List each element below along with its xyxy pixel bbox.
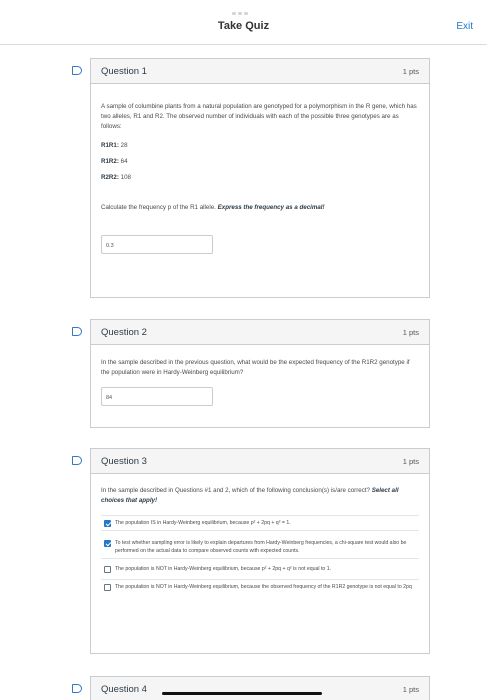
question-3-points: 1 pts bbox=[402, 457, 419, 466]
question-3-title: Question 3 bbox=[101, 456, 147, 467]
question-1-prompt: Calculate the frequency p of the R1 alle… bbox=[101, 204, 325, 211]
flag-question-3-icon[interactable] bbox=[72, 456, 82, 465]
question-1-intro: A sample of columbine plants from a natu… bbox=[101, 103, 417, 130]
question-3-card: Question 3 1 pts In the sample described… bbox=[90, 448, 430, 654]
question-1-card: Question 1 1 pts A sample of columbine p… bbox=[90, 58, 430, 298]
genotype-r1r2: R1R2: 64 bbox=[101, 158, 128, 165]
flag-question-2-icon[interactable] bbox=[72, 327, 82, 336]
option-2-checkbox[interactable] bbox=[104, 540, 111, 547]
option-1-checkbox[interactable] bbox=[104, 520, 111, 527]
option-4[interactable]: The population is NOT in Hardy-Weinberg … bbox=[101, 579, 419, 594]
question-1-points: 1 pts bbox=[402, 67, 419, 76]
flag-question-4-icon[interactable] bbox=[72, 684, 82, 693]
question-4-card: Question 4 1 pts bbox=[90, 676, 430, 700]
exit-button[interactable]: Exit bbox=[456, 21, 473, 32]
question-3-text: In the sample described in Questions #1 … bbox=[101, 487, 399, 504]
flag-question-1-icon[interactable] bbox=[72, 66, 82, 75]
genotype-r1r1: R1R1: 28 bbox=[101, 142, 128, 149]
genotype-r2r2: R2R2: 108 bbox=[101, 174, 131, 181]
question-2-header: Question 2 1 pts bbox=[91, 320, 429, 345]
question-1-header: Question 1 1 pts bbox=[91, 59, 429, 84]
option-2[interactable]: To test whether sampling error is likely… bbox=[101, 530, 419, 558]
question-4-points: 1 pts bbox=[402, 685, 419, 694]
question-1-answer-input[interactable]: 0.3 bbox=[101, 235, 213, 254]
question-2-title: Question 2 bbox=[101, 327, 147, 338]
option-3[interactable]: The population is NOT in Hardy-Weinberg … bbox=[101, 558, 419, 579]
question-2-text: In the sample described in the previous … bbox=[101, 359, 410, 376]
page-title: Take Quiz bbox=[217, 20, 270, 32]
question-3-header: Question 3 1 pts bbox=[91, 449, 429, 474]
question-2-card: Question 2 1 pts In the sample described… bbox=[90, 319, 430, 428]
option-3-checkbox[interactable] bbox=[104, 566, 111, 573]
option-4-checkbox[interactable] bbox=[104, 584, 111, 591]
option-4-label: The population is NOT in Hardy-Weinberg … bbox=[115, 584, 412, 590]
question-4-title: Question 4 bbox=[101, 684, 147, 695]
top-bar: Take Quiz Exit bbox=[0, 0, 487, 45]
option-1-label: The population IS in Hardy-Weinberg equi… bbox=[115, 520, 291, 526]
question-4-header: Question 4 1 pts bbox=[91, 677, 429, 700]
option-1[interactable]: The population IS in Hardy-Weinberg equi… bbox=[101, 515, 419, 530]
question-1-title: Question 1 bbox=[101, 66, 147, 77]
option-3-label: The population is NOT in Hardy-Weinberg … bbox=[115, 566, 332, 572]
home-indicator bbox=[162, 692, 322, 695]
question-2-points: 1 pts bbox=[402, 328, 419, 337]
option-2-label: To test whether sampling error is likely… bbox=[115, 540, 407, 554]
question-2-answer-input[interactable]: 84 bbox=[101, 387, 213, 406]
